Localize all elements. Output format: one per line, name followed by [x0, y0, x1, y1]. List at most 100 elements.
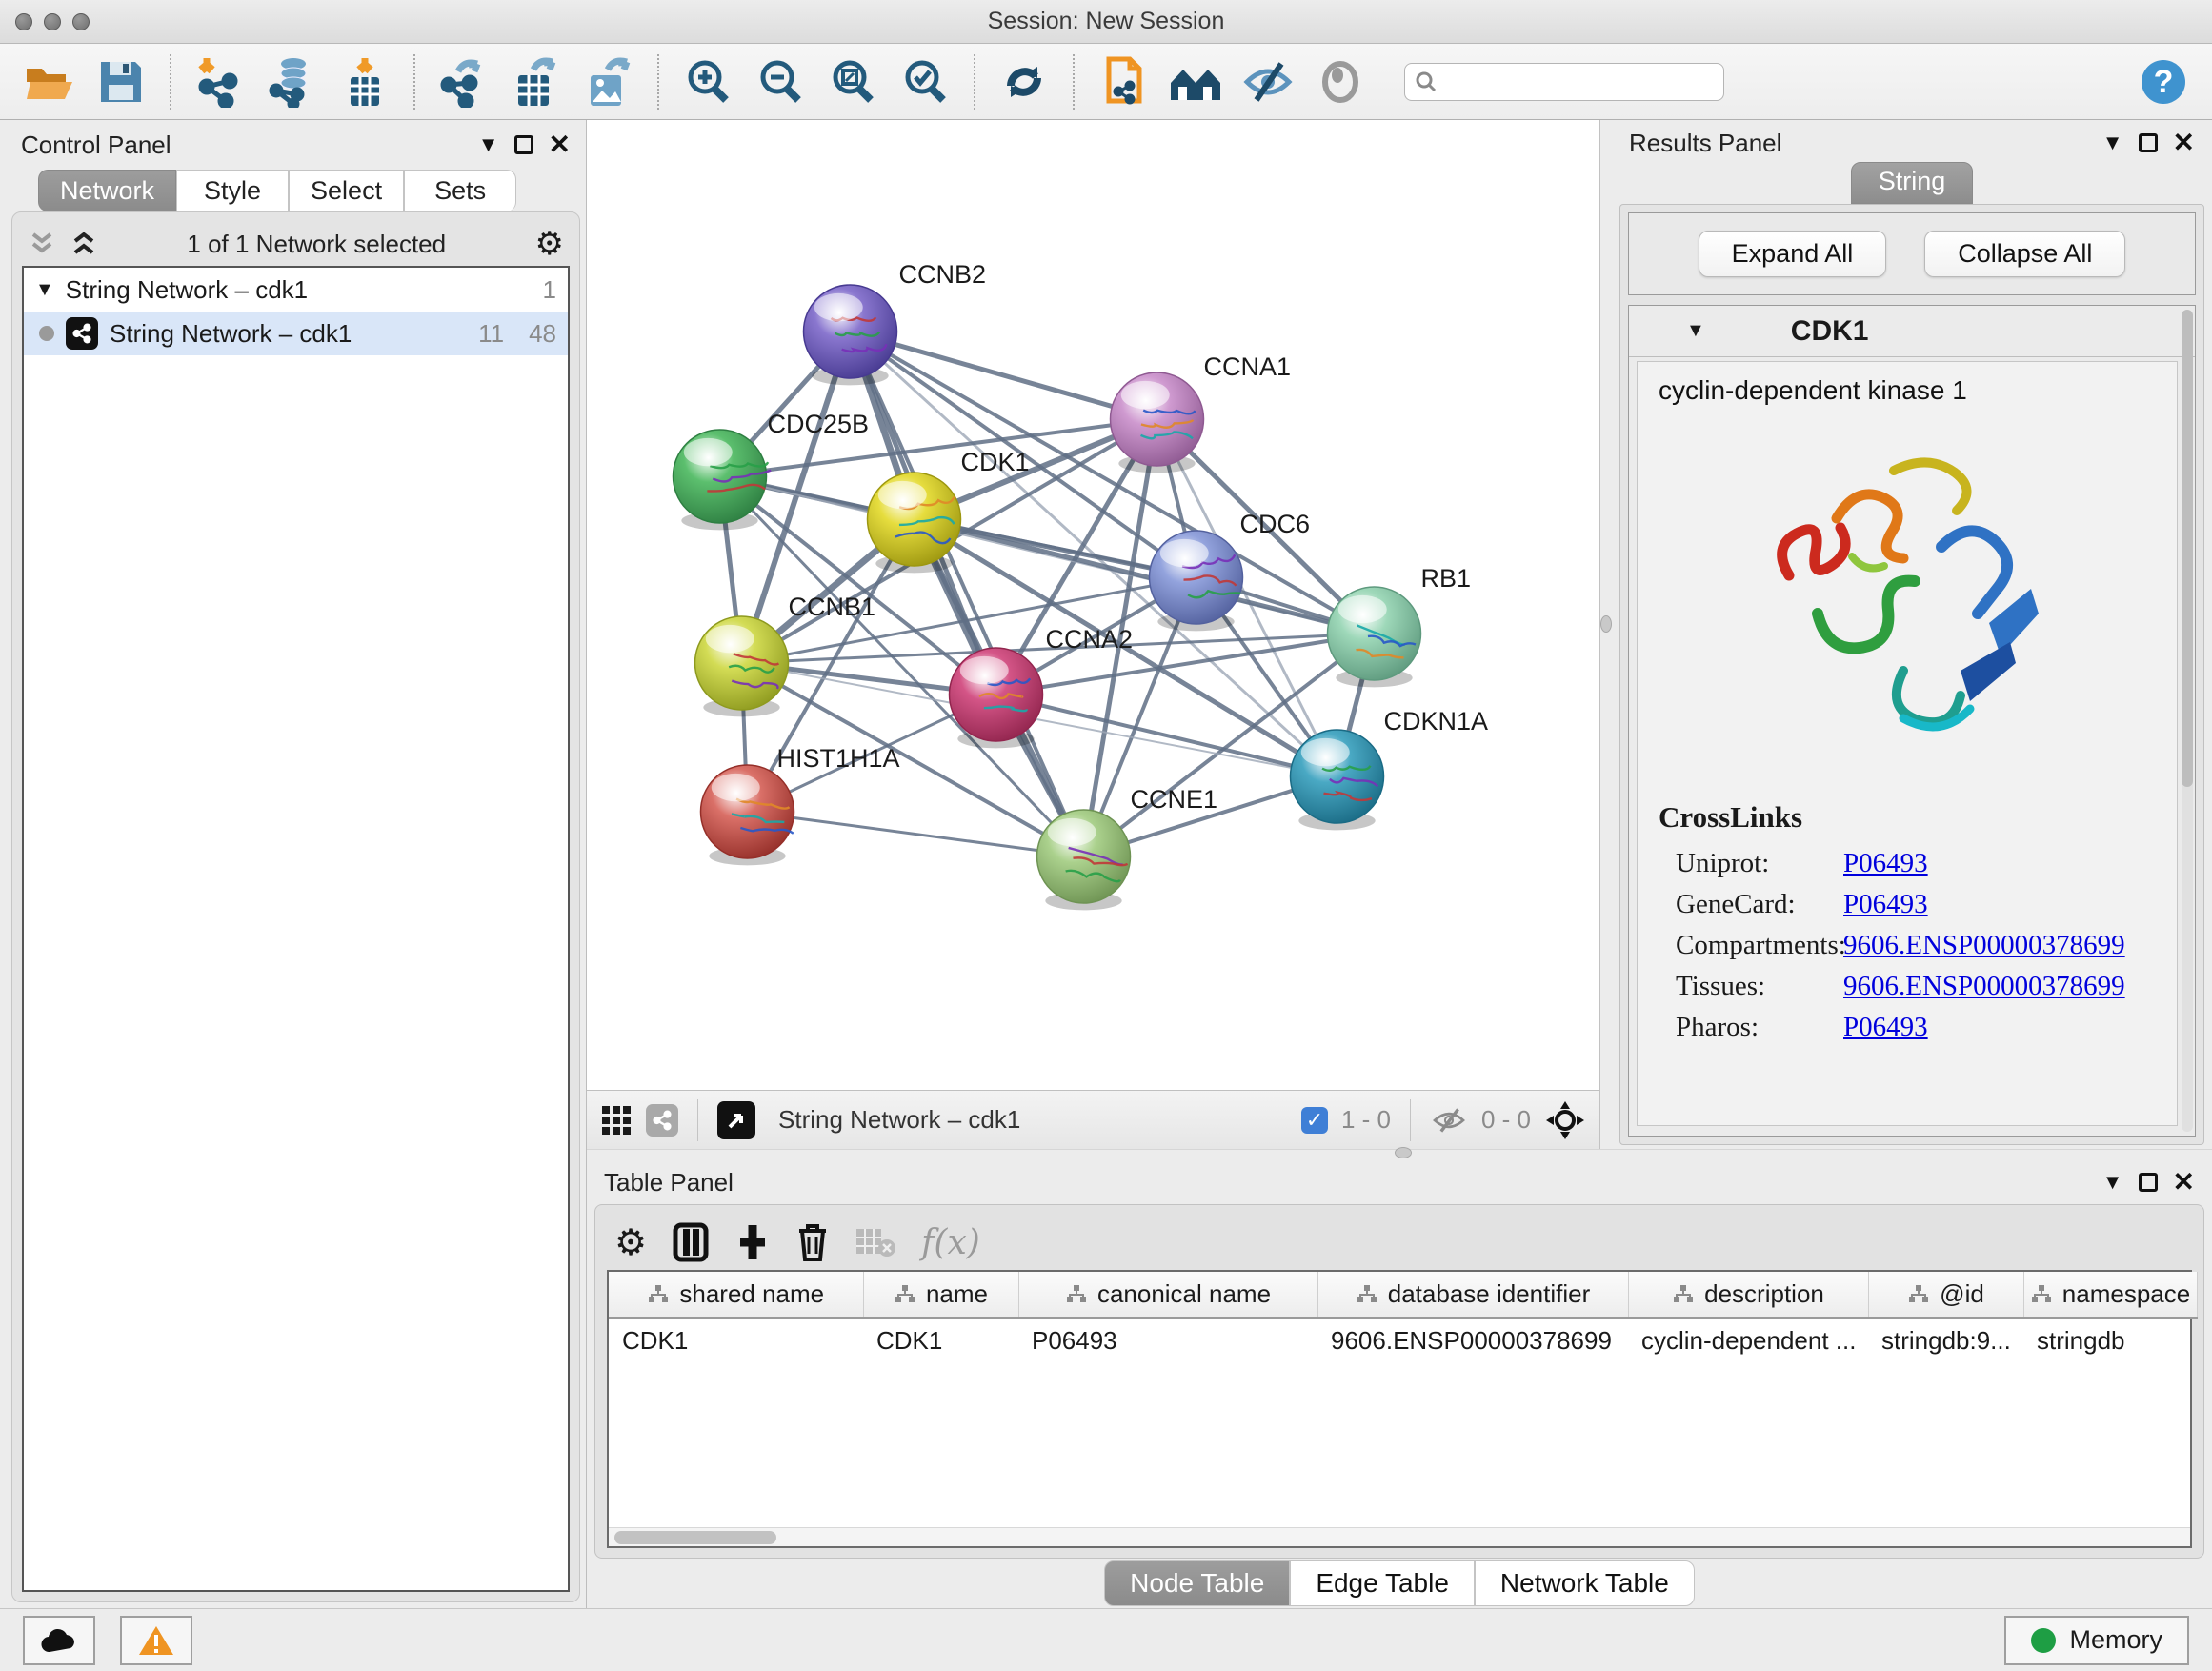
gear-icon[interactable]: ⚙	[535, 225, 564, 263]
table-horizontal-scrollbar[interactable]	[609, 1527, 2190, 1546]
crosslink-link[interactable]: 9606.ENSP00000378699	[1843, 971, 2125, 1002]
table-cell[interactable]: CDK1	[609, 1318, 863, 1363]
selected-checkbox-icon[interactable]: ✓	[1301, 1107, 1328, 1134]
export-table-button[interactable]	[505, 52, 568, 111]
create-column-plus-icon[interactable]	[734, 1221, 771, 1263]
crosslink-link[interactable]: P06493	[1843, 1012, 1928, 1043]
tab-style[interactable]: Style	[176, 170, 289, 211]
node-ccna1[interactable]: CCNA1	[1111, 352, 1292, 473]
zoom-fit-button[interactable]	[821, 52, 884, 111]
open-session-button[interactable]	[17, 52, 80, 111]
zoom-out-button[interactable]	[749, 52, 812, 111]
hide-unhide-button[interactable]	[1237, 52, 1299, 111]
column-header-canonical-name[interactable]: canonical name	[1018, 1272, 1317, 1318]
float-panel-icon[interactable]	[2139, 1173, 2158, 1192]
birds-eye-view-icon[interactable]	[717, 1101, 755, 1139]
collapse-all-button[interactable]: Collapse All	[1924, 231, 2125, 277]
crosslink-link[interactable]: 9606.ENSP00000378699	[1843, 930, 2125, 961]
crosslink-link[interactable]: P06493	[1843, 848, 1928, 879]
network-row-selected[interactable]: String Network – cdk1 11 48	[24, 312, 568, 355]
node-cdkn1a[interactable]: CDKN1A	[1291, 707, 1489, 830]
refresh-layout-button[interactable]	[993, 52, 1056, 111]
cloud-status-button[interactable]	[23, 1616, 95, 1665]
table-cell[interactable]: 9606.ENSP00000378699	[1317, 1318, 1628, 1363]
save-session-button[interactable]	[90, 52, 152, 111]
panel-menu-icon[interactable]: ▼	[2102, 132, 2123, 153]
import-network-database-button[interactable]	[261, 52, 324, 111]
control-panel-tabs: Network Style Select Sets	[38, 170, 580, 211]
column-header-description[interactable]: description	[1628, 1272, 1868, 1318]
column-header--id[interactable]: @id	[1868, 1272, 2023, 1318]
cdk1-entry-header[interactable]: ▼ CDK1	[1629, 306, 2195, 357]
zoom-selected-button[interactable]	[894, 52, 956, 111]
tab-edge-table[interactable]: Edge Table	[1290, 1560, 1475, 1606]
memory-label: Memory	[2069, 1625, 2162, 1655]
horizontal-splitter[interactable]	[587, 1149, 2212, 1162]
column-header-database-identifier[interactable]: database identifier	[1317, 1272, 1628, 1318]
search-input[interactable]	[1445, 69, 1693, 95]
memory-status-dot-icon	[2031, 1628, 2056, 1653]
expand-all-button[interactable]: Expand All	[1699, 231, 1887, 277]
column-header-namespace[interactable]: namespace	[2023, 1272, 2197, 1318]
export-network-button[interactable]	[432, 52, 495, 111]
help-button[interactable]: ?	[2132, 52, 2195, 111]
table-row[interactable]: CDK1CDK1P064939606.ENSP00000378699cyclin…	[609, 1318, 2197, 1363]
vertical-splitter[interactable]	[1600, 120, 1612, 1149]
navigate-crosshair-icon[interactable]	[1544, 1099, 1586, 1141]
splitter-handle[interactable]	[1600, 615, 1612, 633]
column-header-shared-name[interactable]: shared name	[609, 1272, 863, 1318]
tab-select[interactable]: Select	[289, 170, 404, 211]
string-home-button[interactable]	[1164, 52, 1227, 111]
table-cell[interactable]: stringdb:9...	[1868, 1318, 2023, 1363]
delete-column-trash-icon[interactable]	[795, 1221, 830, 1263]
toggle-view-button[interactable]	[1309, 52, 1372, 111]
entry-description: cyclin-dependent kinase 1	[1659, 375, 2177, 406]
panel-menu-icon[interactable]: ▼	[478, 134, 499, 155]
network-collection-row[interactable]: ▼ String Network – cdk1 1	[24, 268, 568, 312]
table-cell[interactable]: P06493	[1018, 1318, 1317, 1363]
network-share-view-icon[interactable]	[646, 1104, 678, 1137]
column-header-name[interactable]: name	[863, 1272, 1018, 1318]
close-panel-icon[interactable]: ✕	[2173, 130, 2195, 156]
node-ccnb2[interactable]: CCNB2	[804, 260, 987, 385]
node-ccnb1[interactable]: CCNB1	[695, 593, 876, 716]
crosslink-link[interactable]: P06493	[1843, 889, 1928, 920]
export-image-button[interactable]	[577, 52, 640, 111]
show-columns-icon[interactable]	[672, 1221, 710, 1263]
tab-node-table[interactable]: Node Table	[1104, 1560, 1290, 1606]
tab-sets[interactable]: Sets	[404, 170, 516, 211]
collapse-triangle-icon[interactable]: ▼	[1686, 320, 1705, 342]
table-cell[interactable]: cyclin-dependent ...	[1628, 1318, 1868, 1363]
node-label-cdkn1a: CDKN1A	[1384, 707, 1489, 735]
tab-string[interactable]: String	[1851, 162, 1973, 204]
splitter-handle[interactable]	[1395, 1147, 1412, 1158]
panel-menu-icon[interactable]: ▼	[2102, 1172, 2123, 1193]
table-settings-gear-icon[interactable]: ⚙	[614, 1221, 647, 1263]
close-panel-icon[interactable]: ✕	[2173, 1169, 2195, 1196]
node-hist1h1a[interactable]: HIST1H1A	[701, 744, 900, 865]
network-graph[interactable]: CCNB2CCNA1CDC25BCDK1CDC6RB1CCNB1CCNA2CDK…	[587, 120, 1599, 1090]
import-network-file-button[interactable]	[189, 52, 251, 111]
tab-network-table[interactable]: Network Table	[1475, 1560, 1695, 1606]
results-scrollbar[interactable]	[2182, 310, 2193, 1132]
edge-count: 48	[529, 319, 556, 349]
float-panel-icon[interactable]	[2139, 133, 2158, 152]
share-file-button[interactable]	[1092, 52, 1155, 111]
collapse-all-icon[interactable]	[28, 232, 56, 256]
node-rb1[interactable]: RB1	[1328, 564, 1472, 687]
warnings-button[interactable]	[120, 1616, 192, 1665]
float-panel-icon[interactable]	[514, 135, 533, 154]
table-cell[interactable]: CDK1	[863, 1318, 1018, 1363]
table-cell[interactable]: stringdb	[2023, 1318, 2197, 1363]
collapse-triangle-icon[interactable]: ▼	[35, 279, 54, 301]
tab-network[interactable]: Network	[38, 170, 176, 211]
import-table-file-button[interactable]	[333, 52, 396, 111]
close-panel-icon[interactable]: ✕	[549, 131, 571, 158]
expand-all-icon[interactable]	[70, 232, 98, 256]
grid-view-icon[interactable]	[600, 1104, 633, 1137]
node-ccne1[interactable]: CCNE1	[1037, 785, 1218, 910]
search-box[interactable]	[1404, 63, 1724, 101]
zoom-in-button[interactable]	[676, 52, 739, 111]
network-canvas[interactable]: CCNB2CCNA1CDC25BCDK1CDC6RB1CCNB1CCNA2CDK…	[587, 120, 1599, 1090]
memory-button[interactable]: Memory	[2004, 1616, 2189, 1665]
